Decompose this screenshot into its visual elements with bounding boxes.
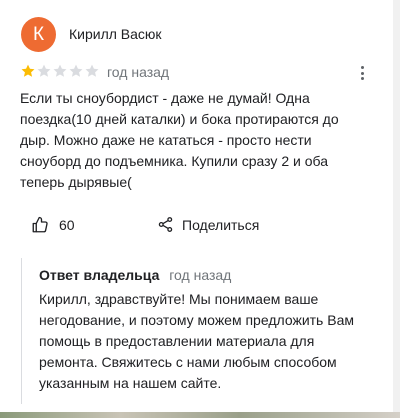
window-edge — [393, 0, 400, 418]
background-photo-strip — [0, 412, 400, 418]
share-label: Поделиться — [182, 216, 260, 233]
star-filled-icon — [21, 64, 35, 77]
more-vert-icon[interactable] — [357, 63, 367, 83]
star-empty-icon — [85, 64, 99, 77]
share-icon — [158, 217, 173, 232]
owner-reply-text: Кирилл, здравствуйте! Мы понимаем ваше н… — [39, 291, 354, 391]
share-button[interactable]: Поделиться — [157, 216, 259, 233]
owner-reply-date: год назад — [169, 267, 232, 283]
owner-reply: Ответ владельца год назад Кирилл, здравс… — [21, 258, 376, 404]
review-text: Если ты сноубордист - даже не думай! Одн… — [20, 90, 339, 190]
rating-stars — [20, 63, 100, 81]
author-name[interactable]: Кирилл Васюк — [69, 26, 162, 42]
star-empty-icon — [53, 64, 67, 77]
review-date: год назад — [107, 64, 170, 80]
star-empty-icon — [69, 64, 83, 77]
like-count: 60 — [59, 217, 75, 233]
owner-reply-label: Ответ владельца — [39, 267, 160, 283]
like-button[interactable]: 60 — [31, 216, 75, 234]
star-empty-icon — [37, 64, 51, 77]
avatar[interactable]: К — [21, 17, 56, 52]
review-card: К Кирилл Васюк год назад Если ты сноубор… — [0, 0, 393, 412]
thumb-up-icon — [32, 216, 48, 233]
